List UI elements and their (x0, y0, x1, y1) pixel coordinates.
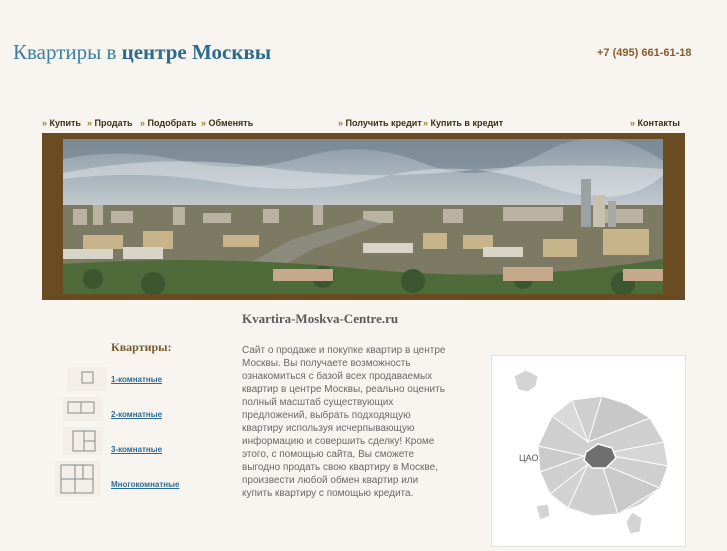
two-room-link[interactable]: 2-комнатные (111, 410, 162, 419)
nav-select[interactable]: Подобрать (140, 118, 197, 128)
moscow-district-map[interactable]: ЦАО (491, 355, 686, 547)
site-title-light: Квартиры в (13, 40, 117, 64)
two-room-plan-icon (63, 397, 103, 421)
nav-contacts[interactable]: Контакты (630, 118, 680, 128)
nav-get-credit[interactable]: Получить кредит (338, 118, 422, 128)
one-room-link[interactable]: 1-комнатные (111, 375, 162, 384)
apartments-heading: Квартиры: (111, 340, 172, 354)
nav-buy[interactable]: Купить (42, 118, 81, 128)
multi-room-plan-icon (55, 461, 101, 497)
one-room-plan-icon (67, 367, 107, 391)
nav-sell[interactable]: Продать (87, 118, 133, 128)
phone-number: +7 (495) 661-61-18 (597, 47, 692, 59)
main-nav: Купить Продать Подобрать Обменять Получи… (42, 118, 685, 132)
multi-room-link[interactable]: Многокомнатные (111, 480, 179, 489)
three-room-plan-icon (63, 427, 103, 455)
site-title: Квартиры в центре Москвы (13, 40, 271, 65)
three-room-link[interactable]: 3-комнатные (111, 445, 162, 454)
moscow-map-image (513, 369, 669, 535)
nav-exchange[interactable]: Обменять (201, 118, 254, 128)
nav-buy-credit[interactable]: Купить в кредит (423, 118, 504, 128)
city-panorama-banner (42, 133, 685, 300)
central-district-label: ЦАО (519, 453, 539, 463)
city-panorama-image (63, 139, 663, 294)
site-title-bold: центре Москвы (121, 40, 272, 64)
site-description: Сайт о продаже и покупке квартир в центр… (242, 345, 446, 499)
site-domain: Kvartira-Moskva-Centre.ru (242, 311, 399, 326)
